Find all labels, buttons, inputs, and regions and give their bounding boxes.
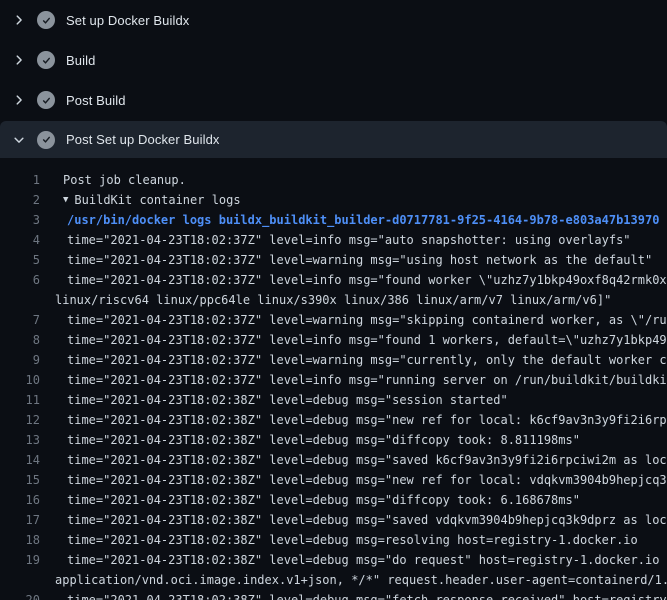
log-line-text: time="2021-04-23T18:02:37Z" level=info m… [67,330,667,350]
step-header-build[interactable]: Build [0,40,667,80]
log-line-number [0,570,40,590]
log-line: 8 time="2021-04-23T18:02:37Z" level=info… [0,330,667,350]
step-title: Post Set up Docker Buildx [66,132,220,147]
log-line-number[interactable]: 8 [0,330,40,350]
step-title: Set up Docker Buildx [66,13,189,28]
chevron-icon-box [11,132,27,148]
log-line: 19 time="2021-04-23T18:02:38Z" level=deb… [0,550,667,570]
log-group-toggle[interactable]: 2 ▼ BuildKit container logs [0,190,667,210]
step-success-check-icon [37,91,55,109]
log-line-text: time="2021-04-23T18:02:38Z" level=debug … [67,470,667,490]
log-line: application/vnd.oci.image.index.v1+json,… [0,570,667,590]
step-header-post-build[interactable]: Post Build [0,80,667,120]
log-line: 11 time="2021-04-23T18:02:38Z" level=deb… [0,390,667,410]
step-success-check-icon [37,51,55,69]
log-line-text: application/vnd.oci.image.index.v1+json,… [55,570,667,590]
log-line-number[interactable]: 11 [0,390,40,410]
log-line: 17 time="2021-04-23T18:02:38Z" level=deb… [0,510,667,530]
step-title: Build [66,53,95,68]
log-line-text: time="2021-04-23T18:02:38Z" level=debug … [67,390,508,410]
log-line-text: time="2021-04-23T18:02:38Z" level=debug … [67,490,580,510]
log-line: 7 time="2021-04-23T18:02:37Z" level=warn… [0,310,667,330]
log-line: 1 Post job cleanup. [0,170,667,190]
log-line: 20 time="2021-04-23T18:02:38Z" level=deb… [0,590,667,600]
log-line-number [0,290,40,310]
log-line: 12 time="2021-04-23T18:02:38Z" level=deb… [0,410,667,430]
log-line-text: /usr/bin/docker logs buildx_buildkit_bui… [67,210,659,230]
log-line-number[interactable]: 10 [0,370,40,390]
chevron-right-icon [12,53,26,67]
log-line-number[interactable]: 4 [0,230,40,250]
chevron-right-icon [12,13,26,27]
log-line-text: time="2021-04-23T18:02:37Z" level=info m… [67,230,631,250]
log-line-text: time="2021-04-23T18:02:37Z" level=warnin… [67,350,667,370]
log-line: 4 time="2021-04-23T18:02:37Z" level=info… [0,230,667,250]
step-header-set-up-docker-buildx[interactable]: Set up Docker Buildx [0,0,667,40]
log-line-number[interactable]: 17 [0,510,40,530]
step-title: Post Build [66,93,126,108]
log-line-number[interactable]: 9 [0,350,40,370]
log-line: 15 time="2021-04-23T18:02:38Z" level=deb… [0,470,667,490]
log-line: linux/riscv64 linux/ppc64le linux/s390x … [0,290,667,310]
log-line-text: Post job cleanup. [63,170,186,190]
log-line: 13 time="2021-04-23T18:02:38Z" level=deb… [0,430,667,450]
log-line-number[interactable]: 2 [0,190,40,210]
log-line: 14 time="2021-04-23T18:02:38Z" level=deb… [0,450,667,470]
chevron-icon-box [11,92,27,108]
log-line-text: time="2021-04-23T18:02:38Z" level=debug … [67,590,667,600]
log-line-text: time="2021-04-23T18:02:37Z" level=info m… [67,270,667,290]
log-line-text: time="2021-04-23T18:02:38Z" level=debug … [67,550,667,570]
log-line-text: time="2021-04-23T18:02:38Z" level=debug … [67,510,667,530]
log-line-text: time="2021-04-23T18:02:37Z" level=warnin… [67,310,667,330]
log-line-text: time="2021-04-23T18:02:38Z" level=debug … [67,410,667,430]
log-line-text: time="2021-04-23T18:02:37Z" level=warnin… [67,250,652,270]
log-line-number[interactable]: 15 [0,470,40,490]
chevron-icon-box [11,52,27,68]
log-line-number[interactable]: 3 [0,210,40,230]
step-log-output: 1 Post job cleanup. 2 ▼ BuildKit containe… [0,170,667,600]
log-line-number[interactable]: 16 [0,490,40,510]
log-line-number[interactable]: 18 [0,530,40,550]
job-steps-list: Set up Docker Buildx Build [0,0,667,158]
log-line-number[interactable]: 20 [0,590,40,600]
group-open-triangle-icon[interactable]: ▼ [63,190,68,210]
log-line: 16 time="2021-04-23T18:02:38Z" level=deb… [0,490,667,510]
step-success-check-icon [37,11,55,29]
log-line-number[interactable]: 19 [0,550,40,570]
step-header-post-set-up-docker-buildx[interactable]: Post Set up Docker Buildx [0,121,667,158]
log-line-text: time="2021-04-23T18:02:38Z" level=debug … [67,430,580,450]
log-line-number[interactable]: 1 [0,170,40,190]
log-line-text: time="2021-04-23T18:02:38Z" level=debug … [67,530,638,550]
log-line-number[interactable]: 12 [0,410,40,430]
log-line-number[interactable]: 5 [0,250,40,270]
chevron-icon-box [11,12,27,28]
log-line: 6 time="2021-04-23T18:02:37Z" level=info… [0,270,667,290]
log-line-text: BuildKit container logs [74,190,240,210]
chevron-right-icon [12,93,26,107]
log-line: 5 time="2021-04-23T18:02:37Z" level=warn… [0,250,667,270]
log-line: 10 time="2021-04-23T18:02:37Z" level=inf… [0,370,667,390]
log-line-number[interactable]: 6 [0,270,40,290]
log-line: 3 /usr/bin/docker logs buildx_buildkit_b… [0,210,667,230]
log-line: 18 time="2021-04-23T18:02:38Z" level=deb… [0,530,667,550]
log-line-text: time="2021-04-23T18:02:38Z" level=debug … [67,450,667,470]
log-line-number[interactable]: 7 [0,310,40,330]
log-line: 9 time="2021-04-23T18:02:37Z" level=warn… [0,350,667,370]
log-line-text: time="2021-04-23T18:02:37Z" level=info m… [67,370,667,390]
log-line-number[interactable]: 14 [0,450,40,470]
log-line-text: linux/riscv64 linux/ppc64le linux/s390x … [55,290,611,310]
chevron-down-icon [12,133,26,147]
step-success-check-icon [37,131,55,149]
log-line-number[interactable]: 13 [0,430,40,450]
